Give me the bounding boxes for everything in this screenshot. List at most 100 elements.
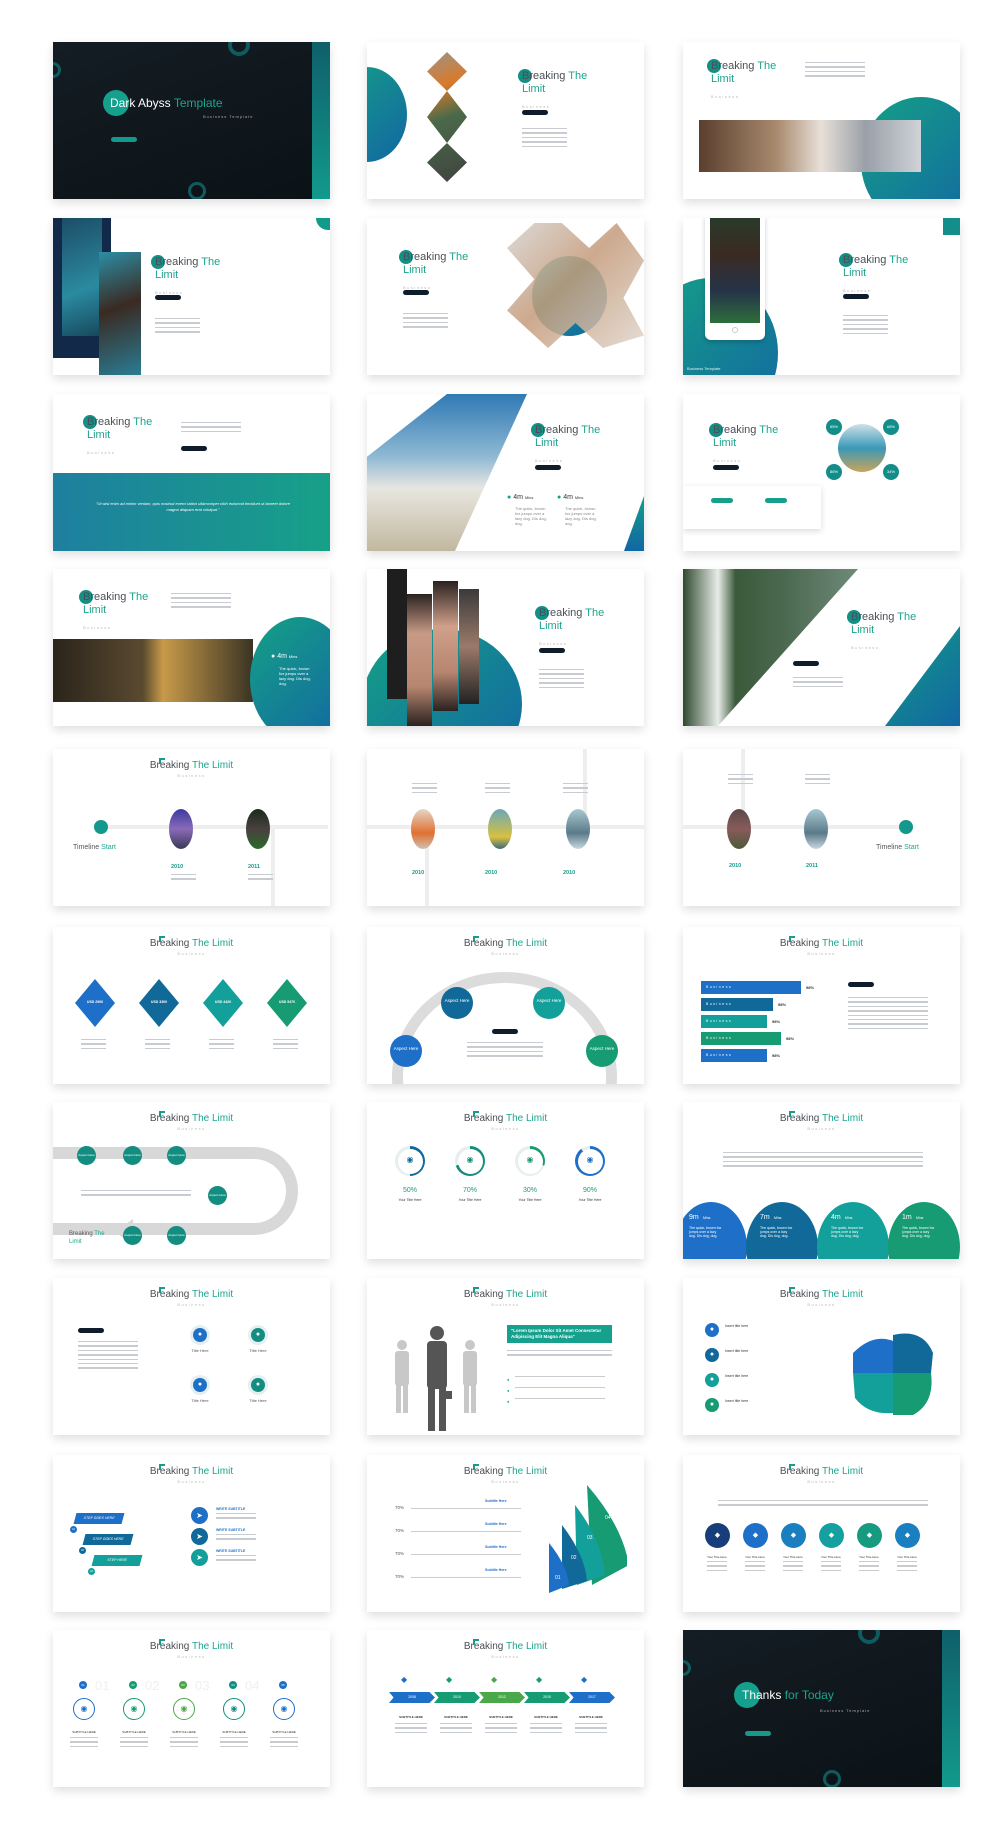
tag-pill[interactable] — [765, 498, 787, 503]
duration-value: 1m — [902, 1214, 912, 1221]
slide-steps[interactable]: Breaking The Limit Business STEP GOES HER… — [53, 1455, 330, 1612]
slide-forest-band[interactable]: Breaking The Limit Business ● 4m Mins The … — [53, 569, 330, 726]
funnel-pct: 70% — [395, 1528, 405, 1533]
timeline-line — [98, 825, 328, 829]
slide-diamond-cluster[interactable]: Breaking The Limit Business — [367, 218, 644, 375]
body-text-placeholder — [485, 783, 510, 796]
bullet-list: ● ● ● — [507, 1377, 510, 1404]
subtitle-label: SUBTITLE HERE — [444, 1715, 468, 1719]
slide-timeline-end[interactable]: 2010 2011 Timeline Start — [683, 749, 960, 906]
timeline-start-dot — [94, 820, 108, 834]
year-label: 2010 — [563, 870, 576, 876]
insert-title: Insert title here — [725, 1349, 749, 1353]
price-diamond: USD 5470 — [267, 979, 307, 1027]
slide-percent-circles[interactable]: Breaking The Limit Business 65% 68% 86% 34… — [683, 394, 960, 551]
brand-button[interactable] — [111, 137, 137, 142]
volume-icon: ◉ — [73, 1698, 95, 1720]
slide-timeline-start[interactable]: Breaking The Limit Business Timeline Star… — [53, 749, 330, 906]
funnel-pct: 70% — [395, 1505, 405, 1510]
slide-cover[interactable]: Dark Abyss Template Business Template — [53, 42, 330, 199]
lock-icon: ◉ — [406, 1155, 414, 1164]
slide-social-icons[interactable]: Breaking The Limit Business ● Title Here ● T… — [53, 1278, 330, 1435]
funnel-pct: 70% — [395, 1574, 405, 1579]
duration-circle: 1m Mins The quick, brown fox jumps over a … — [888, 1202, 960, 1259]
subtitle-label: SUBTITLE HERE — [222, 1730, 246, 1734]
tag-pill[interactable] — [711, 498, 733, 503]
slide-timeline-middle[interactable]: 2010 2010 2010 — [367, 749, 644, 906]
quote-band: "Ut wisi enim ad minim veniam, quis nost… — [53, 473, 330, 551]
slide-progress-rings[interactable]: Breaking The Limit Business ◉ 50% Your Titl… — [367, 1102, 644, 1259]
slide-photo-strips[interactable]: Breaking The Limit Business — [367, 569, 644, 726]
step-subtitle: WRITE SUBTITLE — [216, 1549, 246, 1553]
step-number: 01 — [70, 1526, 77, 1533]
closing-title: Thanks for Today — [742, 1688, 834, 1702]
progress-value: 50% — [402, 1187, 417, 1194]
slide-price-diamonds[interactable]: Breaking The Limit Business USD 2900 USD … — [53, 927, 330, 1084]
brand-button[interactable] — [492, 1029, 518, 1034]
photo-woman-beach — [367, 394, 527, 551]
slide-snake-process[interactable]: Breaking The Limit Business Aspect Here As… — [53, 1102, 330, 1259]
body-text-placeholder — [145, 1039, 170, 1052]
photo-photographer — [710, 218, 760, 323]
chain-title: Your Title Here — [897, 1555, 917, 1559]
body-text-placeholder — [155, 318, 200, 336]
send-icon: ◉ — [586, 1155, 594, 1164]
step-subtitle: WRITE SUBTITLE — [216, 1528, 246, 1532]
price-diamond: USD 3300 — [139, 979, 179, 1027]
body-text-placeholder — [440, 1723, 472, 1736]
slide-quote-band[interactable]: Breaking The Limit Business "Ut wisi enim … — [53, 394, 330, 551]
progress-value: 90% — [582, 1187, 597, 1194]
slide-closing[interactable]: Thanks for Today Business Template — [683, 1630, 960, 1787]
photo-strip — [433, 581, 458, 711]
slide-bar-chart[interactable]: Breaking The Limit Business Business 98% Bu… — [683, 927, 960, 1084]
ring-decoration — [683, 1660, 691, 1676]
subtitle-label: SUBTITLE HERE — [172, 1730, 196, 1734]
duration-value: 7m — [760, 1214, 770, 1221]
year-arrow: 2017 — [569, 1692, 615, 1703]
photo-circle — [411, 809, 435, 849]
slide-photo-band[interactable]: Breaking The Limit Business — [683, 42, 960, 199]
slide-phone-mockup[interactable]: Business Template Breaking The Limit Busin… — [683, 218, 960, 375]
price-diamond: USD 4420 — [203, 979, 243, 1027]
slide-waterfall[interactable]: Breaking The Limit Business — [683, 569, 960, 726]
slide-icon-chain[interactable]: Breaking The Limit Business ◆ Your Title H… — [683, 1455, 960, 1612]
brand-button[interactable] — [181, 446, 207, 451]
slide-funnel-chart[interactable]: Breaking The Limit Business 70% Subtitle H… — [367, 1455, 644, 1612]
slide-arc-aspects[interactable]: Breaking The Limit Business Aspect Here A… — [367, 927, 644, 1084]
photo-circle — [727, 809, 751, 849]
slide-businessman[interactable]: Breaking The Limit Business "Lorem Ipsum … — [367, 1278, 644, 1435]
duration-unit: Mins — [703, 1216, 711, 1220]
slide-diamond-photos[interactable]: Breaking The Limit Business — [367, 42, 644, 199]
body-text-placeholder — [248, 874, 273, 883]
slide-arrow-timeline[interactable]: Breaking The Limit Business ◆ 2008 SUBTITLE… — [367, 1630, 644, 1787]
brand-button[interactable] — [848, 982, 874, 987]
duration-unit: Mins — [845, 1216, 853, 1220]
body-text-placeholder — [81, 1190, 191, 1199]
send-icon: ➤ — [191, 1507, 208, 1524]
brand-button[interactable] — [745, 1731, 771, 1736]
brand-button[interactable] — [793, 661, 819, 666]
check-icon: ● — [705, 1373, 719, 1387]
body-text-placeholder — [805, 774, 830, 787]
rocket-icon: ◆ — [446, 1675, 453, 1684]
step-number: 02 — [129, 1681, 137, 1689]
slide-slanted-photo[interactable]: Breaking The Limit Business ● 4m Mins The … — [367, 394, 644, 551]
body-text-placeholder — [859, 1561, 879, 1574]
edit-icon: ◉ — [223, 1698, 245, 1720]
bar-value: 98% — [772, 1019, 781, 1024]
body-text-placeholder — [530, 1723, 562, 1736]
funnel-number: 04 — [605, 1515, 611, 1521]
rocket-icon: ➤ — [191, 1549, 208, 1566]
slide-puzzle[interactable]: Breaking The Limit Business ● Insert title… — [683, 1278, 960, 1435]
bar-value: 98% — [806, 985, 815, 990]
background-number: 04 — [245, 1678, 260, 1693]
social-title: Title Here — [249, 1348, 267, 1353]
slide-duration-circles[interactable]: Breaking The Limit Business 9m Mins The qui… — [683, 1102, 960, 1259]
year-arrow: 2008 — [389, 1692, 435, 1703]
slide-numbered-icons[interactable]: Breaking The Limit Business 01 02 03 04 01 ◉ SU… — [53, 1630, 330, 1787]
slide-water-photos[interactable]: Breaking The Limit Business — [53, 218, 330, 375]
phone-frame — [705, 218, 765, 340]
year-label: 2010 — [485, 870, 498, 876]
footer-text: Business Template — [687, 366, 721, 371]
brand-button[interactable] — [78, 1328, 104, 1333]
